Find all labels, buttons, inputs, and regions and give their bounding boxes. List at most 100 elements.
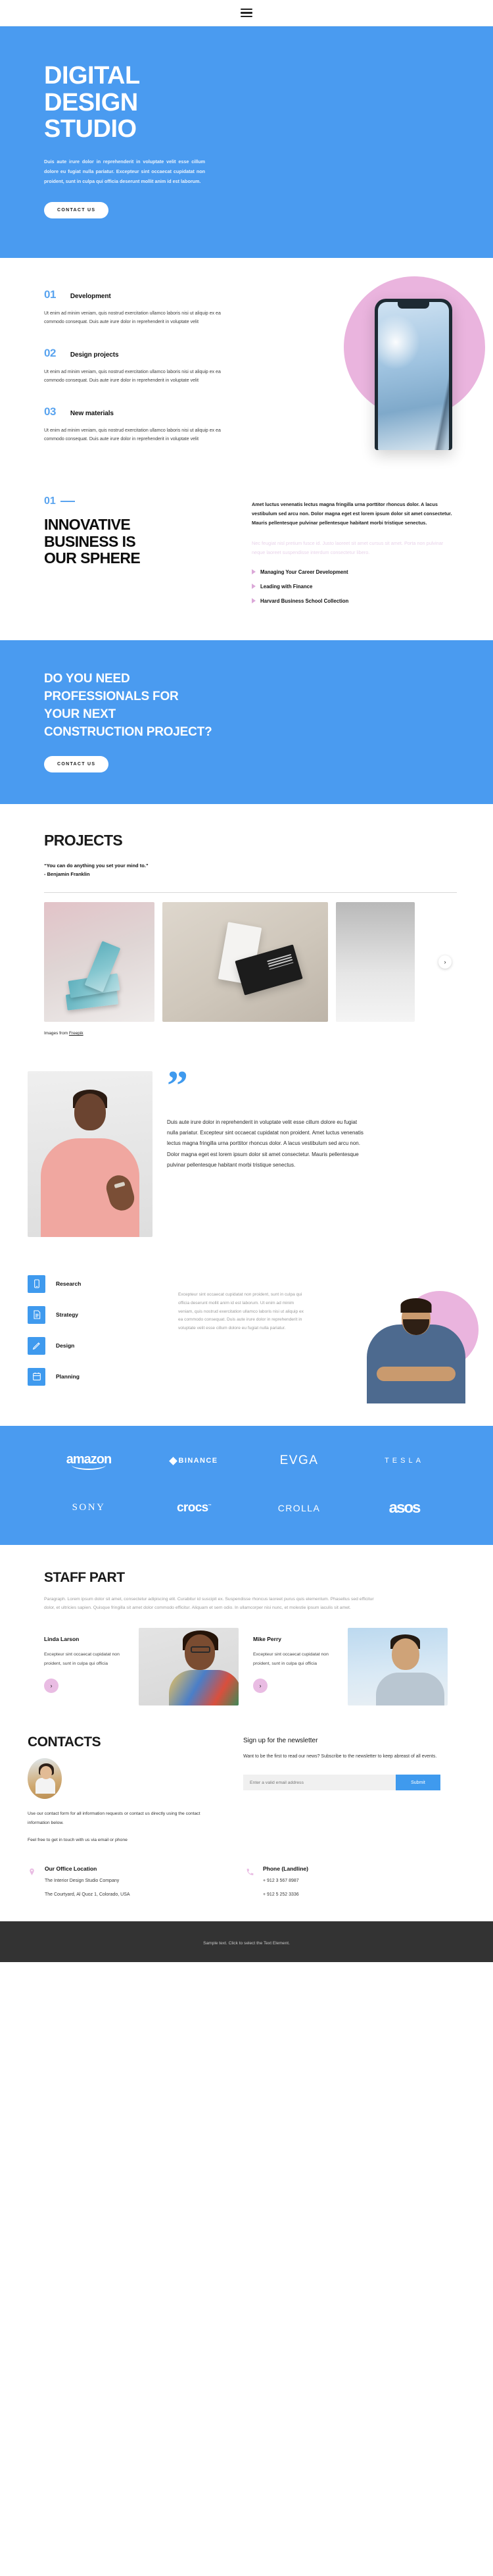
cta-contact-button[interactable]: CONTACT US xyxy=(44,755,109,772)
map-pin-icon xyxy=(28,1865,37,1899)
office-location-block: Our Office Location The Interior Design … xyxy=(28,1865,212,1899)
innovative-link-label: Leading with Finance xyxy=(260,583,313,590)
contacts-title: CONTACTS xyxy=(28,1734,101,1750)
projects-quote-text: “You can do anything you set your mind t… xyxy=(44,862,149,869)
newsletter-heading: Sign up for the newsletter xyxy=(243,1737,318,1745)
service-label: Planning xyxy=(56,1373,80,1380)
innovative-section: 01 INNOVATIVE BUSINESS IS OUR SPHERE Ame… xyxy=(36,482,457,640)
staff-member-photo xyxy=(139,1628,239,1706)
amazon-logo-text: amazon xyxy=(66,1452,112,1470)
hero-title-line-1: DIGITAL xyxy=(44,62,140,89)
services-person-photo xyxy=(358,1275,473,1403)
pencil-icon xyxy=(28,1336,45,1355)
office-title: Our Office Location xyxy=(45,1865,97,1873)
staff-member-name: Mike Perry xyxy=(253,1636,281,1643)
newsletter-text: Want to be the first to read our news? S… xyxy=(243,1754,437,1759)
service-item-planning[interactable]: Planning xyxy=(28,1367,162,1386)
innovative-paragraph-primary: Amet luctus venenatis lectus magna fring… xyxy=(252,501,452,526)
project-card[interactable] xyxy=(162,901,328,1022)
feature-text: Ut enim ad minim veniam, quis nostrud ex… xyxy=(44,370,221,384)
phone-line-2: + 912 5 252 3336 xyxy=(263,1892,299,1897)
logo-sony: SONY xyxy=(36,1499,141,1517)
innovative-link[interactable]: Harvard Business School Collection xyxy=(252,598,456,604)
projects-image-credit: Images from Freepik xyxy=(44,1031,457,1036)
staff-card: Mike Perry Excepteur sint occaecat cupid… xyxy=(253,1628,450,1706)
feature-number: 02 xyxy=(44,347,56,360)
service-item-strategy[interactable]: Strategy xyxy=(28,1305,162,1324)
hamburger-menu-icon[interactable] xyxy=(241,8,252,18)
cta-heading-line-2: PROFESSIONALS FOR xyxy=(44,689,179,703)
phone-title: Phone (Landline) xyxy=(263,1865,308,1873)
services-text: Excepteur sint occaecat cupidatat non pr… xyxy=(178,1292,304,1331)
calendar-icon xyxy=(28,1367,45,1386)
staff-member-photo xyxy=(348,1628,448,1706)
service-item-research[interactable]: Research xyxy=(28,1275,162,1293)
projects-section: PROJECTS “You can do anything you set yo… xyxy=(36,804,457,1049)
triangle-bullet-icon xyxy=(252,584,256,590)
cta-heading-line-4: CONSTRUCTION PROJECT? xyxy=(44,724,212,739)
mobile-phone-icon xyxy=(28,1275,45,1293)
triangle-bullet-icon xyxy=(252,598,256,604)
innovative-link-label: Harvard Business School Collection xyxy=(260,597,349,604)
innovative-heading-line-2: BUSINESS IS xyxy=(44,532,136,550)
testimonial-person-photo xyxy=(28,1071,153,1237)
crocs-logo-text: crocs xyxy=(176,1500,208,1515)
staff-title: STAFF PART xyxy=(44,1569,125,1585)
footer: Sample text. Click to select the Text El… xyxy=(0,1921,493,1963)
project-card[interactable] xyxy=(44,901,154,1022)
quote-mark-icon: ” xyxy=(167,1061,188,1109)
footer-text: Sample text. Click to select the Text El… xyxy=(203,1941,290,1946)
feature-title: Design projects xyxy=(70,351,119,359)
credit-link[interactable]: Freepik xyxy=(69,1031,83,1036)
staff-paragraph: Paragraph. Lorem ipsum dolor sit amet, c… xyxy=(44,1596,374,1611)
sony-logo-text: SONY xyxy=(72,1502,106,1513)
innovative-kicker: 01 xyxy=(44,495,220,507)
logo-crolla: CROLLA xyxy=(246,1499,352,1517)
email-field[interactable] xyxy=(243,1775,396,1791)
asos-logo-text: asos xyxy=(388,1498,421,1517)
staff-member-description: Excepteur sint occaecat cupidatat non pr… xyxy=(44,1652,120,1666)
innovative-link-list: Managing Your Career Development Leading… xyxy=(252,569,456,604)
binance-diamond-icon xyxy=(168,1456,177,1465)
chevron-right-icon[interactable]: › xyxy=(253,1678,268,1693)
office-line-2: The Courtyard, Al Quoz 1, Colorado, USA xyxy=(45,1892,130,1897)
avatar xyxy=(28,1758,62,1800)
book-covers-mockup xyxy=(64,935,136,1011)
submit-button[interactable]: Submit xyxy=(396,1775,440,1791)
phone-line-1: + 912 3 567 8987 xyxy=(263,1879,299,1884)
logo-binance: BINANCE xyxy=(141,1452,246,1470)
staff-member-description: Excepteur sint occaecat cupidatat non pr… xyxy=(253,1652,329,1666)
feature-number: 01 xyxy=(44,288,56,301)
feature-item: 01 Development Ut enim ad minim veniam, … xyxy=(44,288,231,327)
innovative-link[interactable]: Managing Your Career Development xyxy=(252,569,456,575)
chevron-right-icon[interactable]: › xyxy=(44,1678,59,1693)
phone-block: Phone (Landline) + 912 3 567 8987 + 912 … xyxy=(246,1865,430,1899)
phone-icon xyxy=(246,1865,255,1899)
hero-contact-button[interactable]: CONTACT US xyxy=(44,202,109,219)
service-label: Research xyxy=(56,1280,82,1288)
innovative-paragraph-secondary: Nec feugiat nisl pretium fusce id. Justo… xyxy=(252,540,444,555)
chevron-right-icon[interactable]: › xyxy=(438,955,452,969)
logo-amazon: amazon xyxy=(36,1452,141,1470)
service-item-design[interactable]: Design xyxy=(28,1336,162,1355)
contacts-section: CONTACTS Use our contact form for all in… xyxy=(20,1712,473,1857)
dash-icon xyxy=(60,500,75,503)
top-bar xyxy=(0,0,493,26)
innovative-heading-line-3: OUR SPHERE xyxy=(44,549,141,567)
feature-item: 03 New materials Ut enim ad minim veniam… xyxy=(44,405,231,444)
office-line-1: The Interior Design Studio Company xyxy=(45,1879,120,1884)
innovative-link[interactable]: Leading with Finance xyxy=(252,584,456,590)
innovative-heading: INNOVATIVE BUSINESS IS OUR SPHERE xyxy=(44,516,220,567)
triangle-bullet-icon xyxy=(252,569,256,575)
projects-quote-author: - Benjamin Franklin xyxy=(44,871,90,878)
logo-crocs: crocs™ xyxy=(176,1500,212,1515)
newsletter-form: Submit xyxy=(243,1775,440,1791)
project-card-peek[interactable] xyxy=(336,901,415,1022)
binance-logo-text: BINANCE xyxy=(178,1457,218,1465)
brand-logos-section: amazon BINANCE EVGA TESLA SONY crocs™ CR… xyxy=(0,1425,493,1545)
innovative-link-label: Managing Your Career Development xyxy=(260,568,348,575)
staff-member-name: Linda Larson xyxy=(44,1636,80,1643)
innovative-kicker-number: 01 xyxy=(44,495,56,507)
projects-carousel[interactable]: › xyxy=(44,901,457,1022)
projects-quote-block: “You can do anything you set your mind t… xyxy=(44,861,457,879)
